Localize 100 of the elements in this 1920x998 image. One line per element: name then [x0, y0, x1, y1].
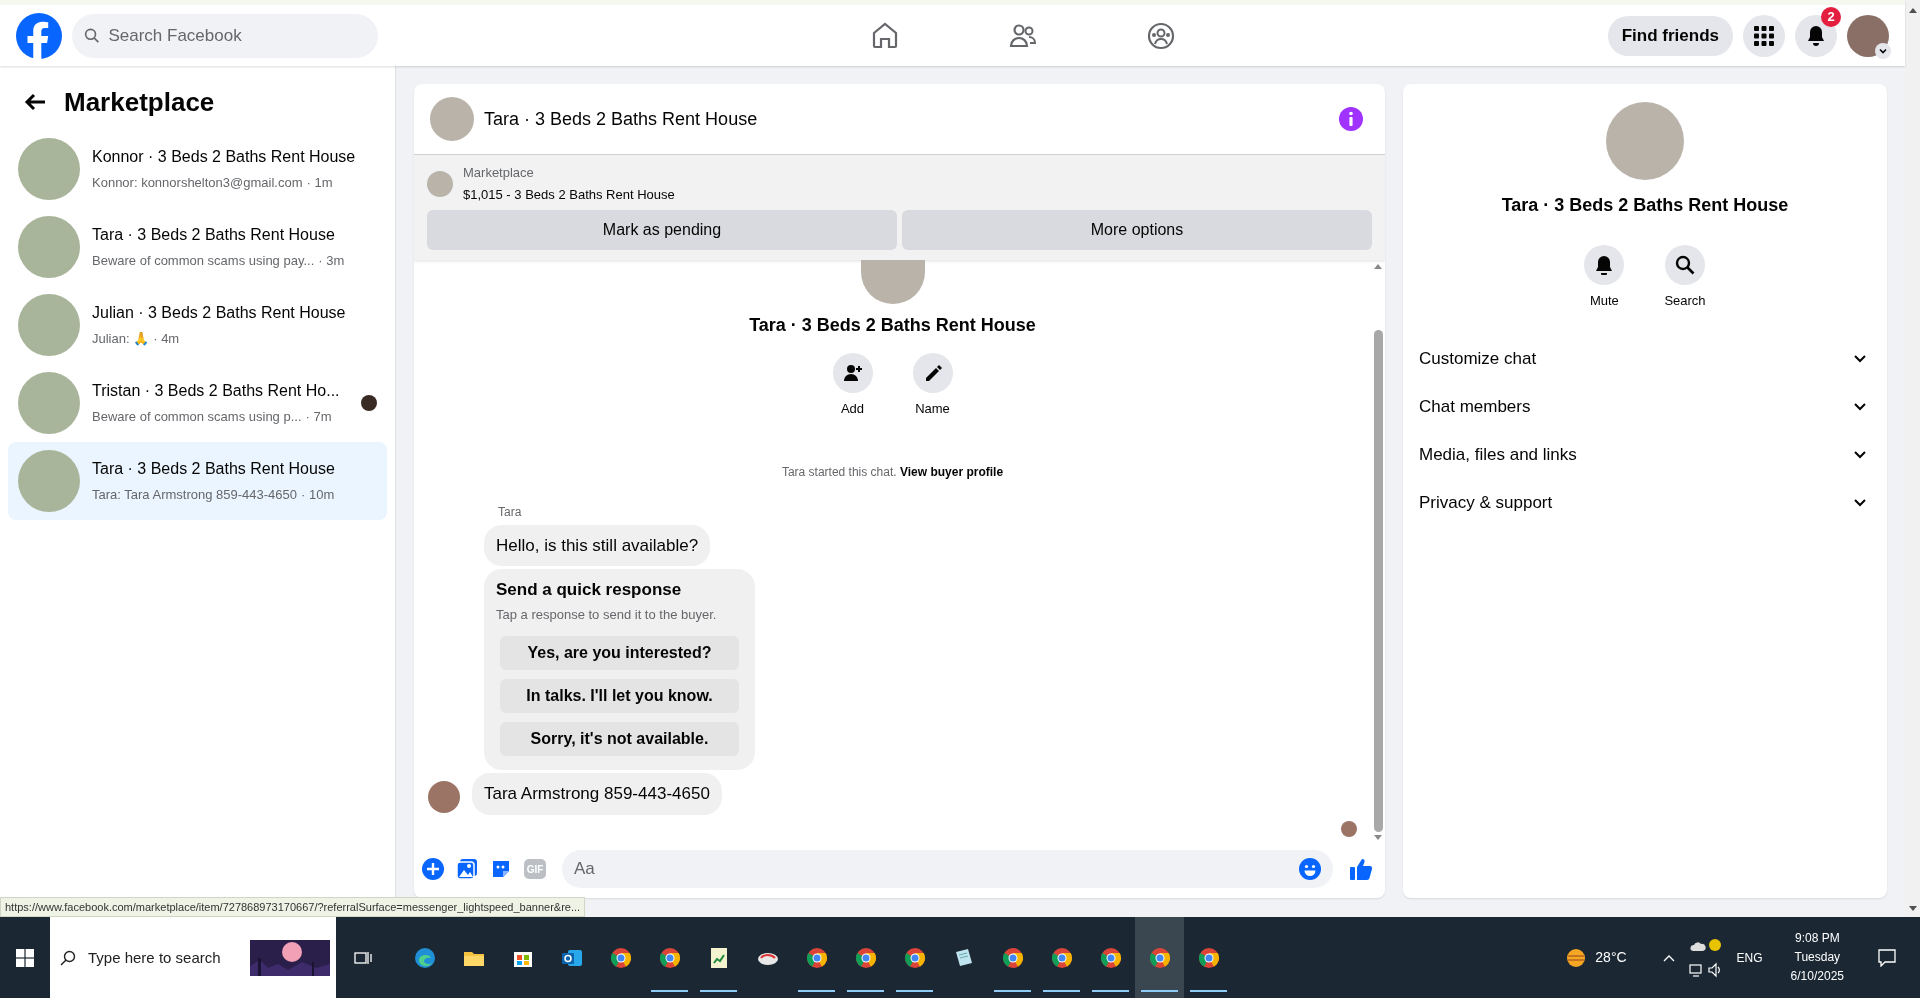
- image-icon[interactable]: [456, 858, 478, 880]
- conversation-title: Julian · 3 Beds 2 Baths Rent House: [92, 303, 347, 324]
- photo-placeholder: [430, 97, 474, 141]
- edge-browser-icon: [412, 945, 437, 970]
- group-circle-icon[interactable]: [1146, 21, 1175, 50]
- network-volume-icon[interactable]: [1688, 961, 1723, 978]
- profile-avatar[interactable]: [1847, 14, 1889, 57]
- scroll-up-arrow-icon[interactable]: [1907, 6, 1918, 14]
- conversation-title: Konnor · 3 Beds 2 Baths Rent House: [92, 147, 357, 168]
- message-preview: Konnor: konnorshelton3@gmail.com: [92, 174, 303, 193]
- chevron-up-icon[interactable]: [1662, 953, 1675, 962]
- name-button[interactable]: [912, 353, 953, 393]
- message-preview: Beware of common scams using p...: [92, 408, 302, 427]
- scroll-down-arrow-icon[interactable]: [1907, 905, 1918, 913]
- listing-title: $1,015 - 3 Beds 2 Baths Rent House: [463, 185, 675, 204]
- thumbs-up-icon[interactable]: [1349, 857, 1373, 881]
- menu-button[interactable]: [1743, 14, 1785, 57]
- system-message: Tara started this chat. View buyer profile: [781, 463, 1004, 481]
- chrome-icon: [1000, 945, 1025, 970]
- search-icon: [60, 949, 76, 966]
- bell-icon: [1594, 255, 1615, 275]
- seen-avatar: [1341, 820, 1357, 837]
- status-url: https://www.facebook.com/marketplace/item/727868973170667/?referralSurface=messenger_lightspeed_banner&re...: [0, 896, 586, 917]
- add-person-icon: [842, 363, 863, 383]
- taskbar-search-box[interactable]: Type here to search: [50, 917, 336, 998]
- quick-response-option[interactable]: Sorry, it's not available.: [500, 722, 739, 756]
- notifications-button[interactable]: [1795, 14, 1837, 57]
- info-icon[interactable]: [1339, 107, 1363, 131]
- clock-day: Tuesday: [1794, 948, 1841, 967]
- notification-center-icon[interactable]: [1878, 948, 1896, 967]
- facebook-logo[interactable]: [16, 12, 62, 59]
- chrome-icon: [902, 945, 927, 970]
- bell-icon: [1806, 24, 1826, 47]
- listing-action-button[interactable]: Mark as pending: [427, 210, 897, 250]
- chat-intro-title: Tara · 3 Beds 2 Baths Rent House: [749, 314, 1036, 337]
- chrome-icon: [657, 945, 682, 970]
- message-preview: Tara: Tara Armstrong 859-443-4650: [92, 486, 297, 505]
- conversation-title: Tara · 3 Beds 2 Baths Rent House: [92, 459, 336, 480]
- scrollbar[interactable]: [1905, 0, 1920, 917]
- message-bubble: Tara Armstrong 859-443-4650: [472, 773, 722, 815]
- search-bar[interactable]: Search Facebook: [72, 13, 378, 58]
- chrome-icon: [1049, 945, 1074, 970]
- section-header[interactable]: Privacy & support: [1419, 478, 1871, 527]
- message-time: · 10m: [301, 486, 335, 505]
- chrome-icon: [804, 945, 829, 970]
- back-arrow-icon[interactable]: [24, 93, 46, 111]
- home-icon[interactable]: [870, 21, 899, 50]
- section-header[interactable]: Media, files and links: [1419, 430, 1871, 479]
- message-preview: Julian: 🙏: [92, 330, 150, 349]
- cloud-icon[interactable]: [1688, 937, 1721, 954]
- mute-button[interactable]: [1584, 245, 1625, 285]
- quick-response-option[interactable]: Yes, are you interested?: [500, 636, 739, 670]
- chat-details-title: Tara · 3 Beds 2 Baths Rent House: [1501, 194, 1789, 217]
- weather-icon[interactable]: [1565, 946, 1588, 969]
- temperature: 28°C: [1595, 948, 1627, 967]
- sender-name: Tara: [498, 503, 523, 521]
- message-bubble: Hello, is this still available?: [484, 524, 711, 566]
- chrome-icon: [1196, 945, 1221, 970]
- sticker-icon[interactable]: [490, 858, 512, 880]
- listing-label: Marketplace: [463, 164, 535, 182]
- chrome-icon: [853, 945, 878, 970]
- plus-circle-icon[interactable]: [422, 858, 444, 880]
- conversation-title: Tristan · 3 Beds 2 Baths Rent Ho...: [92, 381, 341, 402]
- section-header[interactable]: Chat members: [1419, 382, 1871, 431]
- search-field[interactable]: Search Facebook: [108, 13, 366, 58]
- conversation-item[interactable]: Tara · 3 Beds 2 Baths Rent House Tara: Tara Armstrong 859-443-4650 · 10m: [8, 442, 387, 520]
- message-time: · 4m: [153, 330, 180, 349]
- section-header[interactable]: Customize chat: [1419, 334, 1871, 383]
- windows-logo-icon[interactable]: [16, 948, 34, 967]
- chrome-icon: [1098, 945, 1123, 970]
- menu-icon: [1754, 25, 1774, 46]
- chrome-icon: [608, 945, 633, 970]
- action-label: Search: [1664, 292, 1706, 310]
- language-indicator[interactable]: ENG: [1736, 948, 1763, 967]
- buyer-profile-link[interactable]: View buyer profile: [899, 464, 1004, 479]
- photo-placeholder: [427, 170, 453, 197]
- message-preview: Beware of common scams using pay...: [92, 252, 315, 271]
- taskbar-search-field[interactable]: Type here to search: [88, 917, 238, 998]
- action-label: Add: [840, 400, 865, 418]
- quick-response-option[interactable]: In talks. I'll let you know.: [500, 679, 739, 713]
- task-view-icon[interactable]: [354, 949, 372, 966]
- sidebar-title: Marketplace: [64, 85, 215, 119]
- photo-placeholder: [860, 260, 925, 304]
- action-label: Mute: [1589, 292, 1619, 310]
- scroll-down-arrow-icon[interactable]: [1373, 834, 1383, 842]
- action-label: Name: [915, 400, 950, 418]
- conversation-title: Tara · 3 Beds 2 Baths Rent House: [92, 225, 336, 246]
- quick-response-title: Send a quick response: [496, 579, 683, 601]
- find-friends-button[interactable]: Find friends: [1607, 15, 1733, 56]
- listing-action-button[interactable]: More options: [902, 210, 1372, 250]
- message-time: · 3m: [318, 252, 345, 271]
- clock-date: 6/10/2025: [1790, 968, 1844, 985]
- add-button[interactable]: [832, 353, 873, 393]
- people-icon[interactable]: [1008, 21, 1037, 50]
- search-icon: [84, 26, 101, 45]
- notification-badge: 2: [1821, 6, 1841, 27]
- emoji-icon[interactable]: [1299, 858, 1321, 880]
- message-time: · 1m: [306, 174, 333, 193]
- scroll-up-arrow-icon[interactable]: [1373, 262, 1383, 270]
- search-button[interactable]: [1665, 245, 1705, 285]
